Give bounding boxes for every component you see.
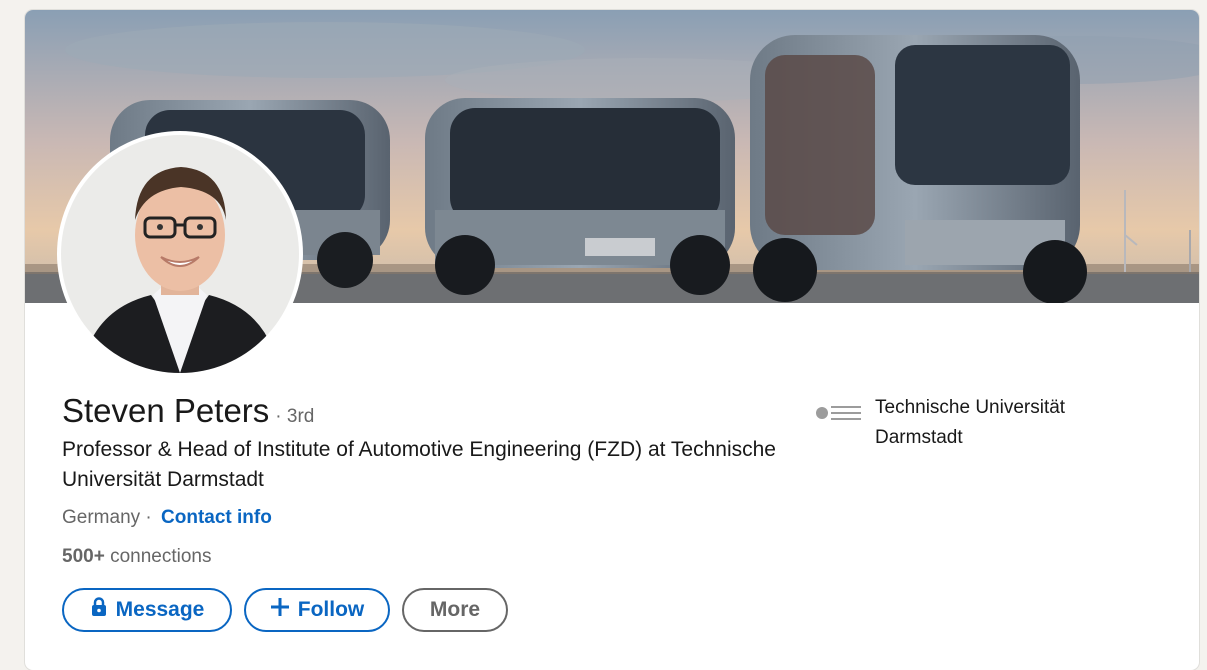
plus-icon	[270, 597, 290, 623]
profile-headline: Professor & Head of Institute of Automot…	[62, 438, 776, 491]
message-label: Message	[115, 598, 205, 621]
avatar-photo	[61, 135, 299, 373]
profile-actions: Message Follow More	[62, 588, 508, 632]
follow-button[interactable]: Follow	[244, 588, 390, 632]
current-organization[interactable]: Technische Universität Darmstadt	[815, 393, 1115, 453]
follow-label: Follow	[297, 598, 365, 621]
organization-name: Technische Universität Darmstadt	[875, 397, 1066, 448]
name-row: Steven Peters · 3rd	[62, 392, 314, 430]
connections-number: 500+	[62, 546, 105, 567]
message-button[interactable]: Message	[62, 588, 232, 632]
more-label: More	[429, 598, 481, 621]
more-button[interactable]: More	[402, 588, 508, 632]
profile-avatar[interactable]	[61, 135, 299, 373]
profile-name: Steven Peters	[62, 392, 270, 429]
connections-count: 500+ connections	[62, 546, 211, 568]
contact-info-link[interactable]: Contact info	[161, 507, 272, 528]
lock-icon	[90, 597, 108, 623]
profile-location: Germany ·	[62, 507, 152, 528]
location-row: Germany · Contact info	[62, 507, 272, 529]
organization-logo	[815, 397, 863, 429]
connections-label: connections	[110, 546, 212, 567]
profile-card: Steven Peters · 3rd Professor & Head of …	[25, 10, 1199, 670]
connection-degree: · 3rd	[275, 406, 315, 427]
